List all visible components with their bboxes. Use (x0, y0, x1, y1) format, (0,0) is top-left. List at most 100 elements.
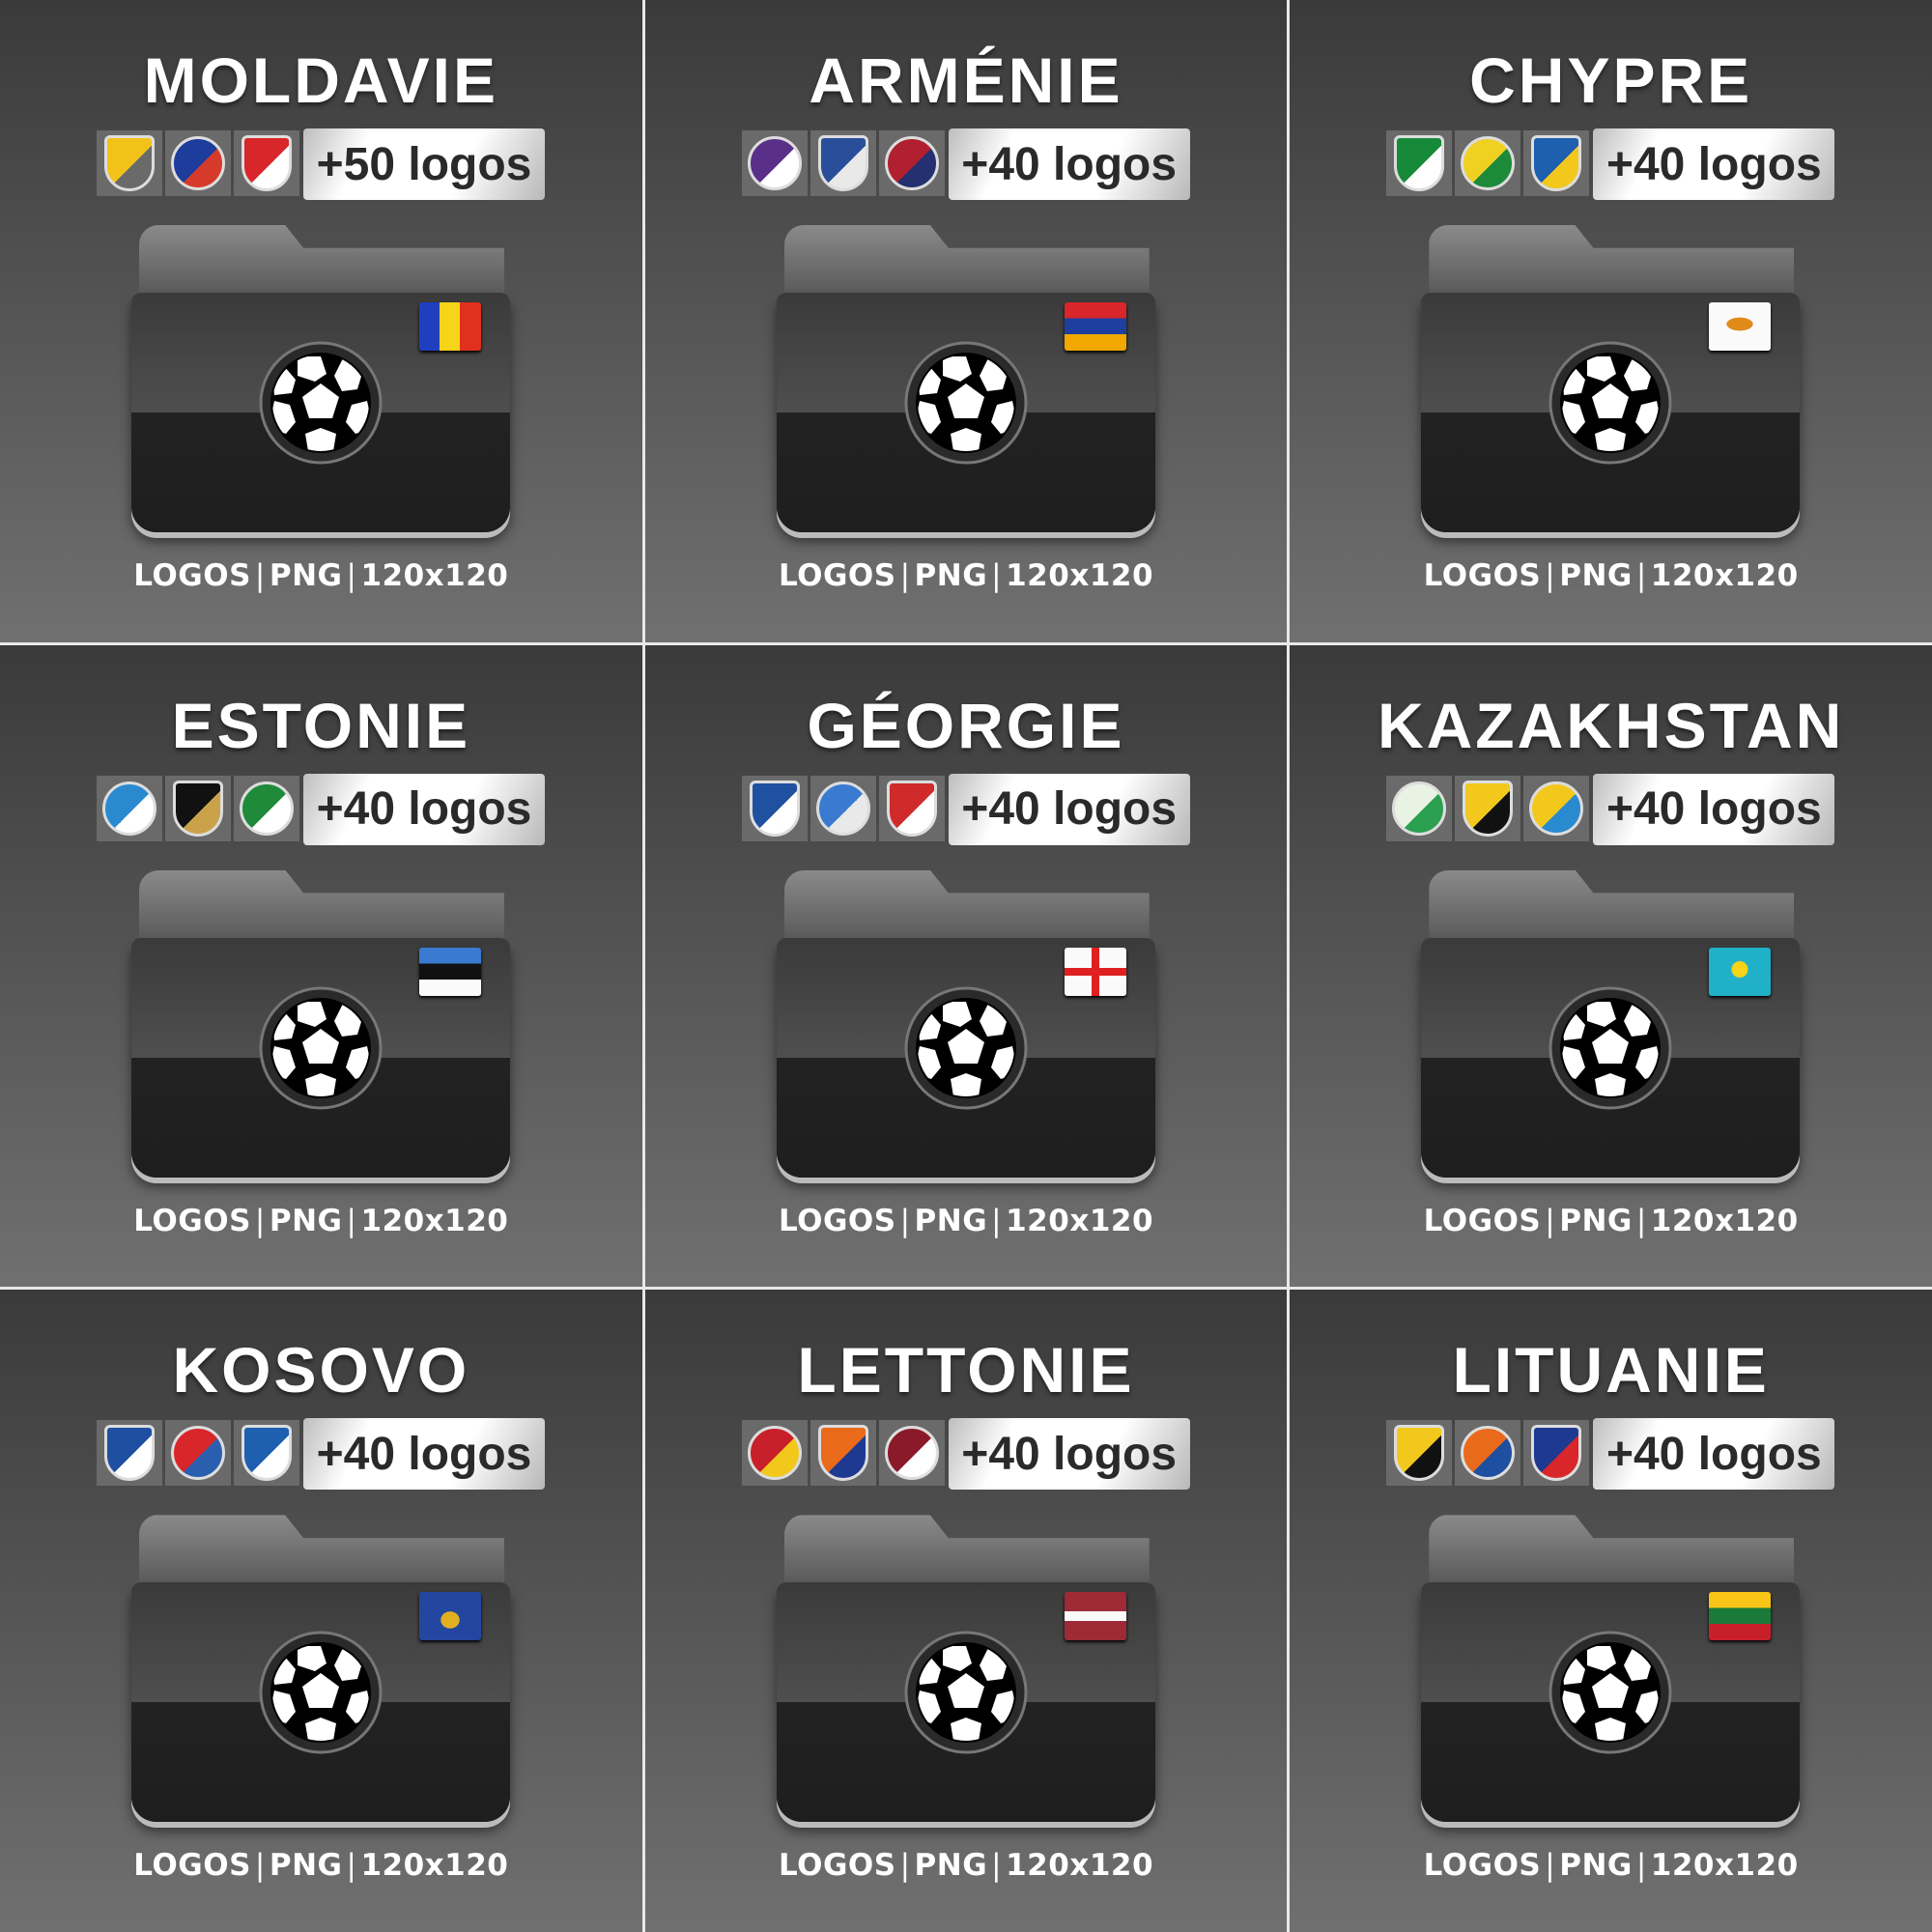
caption-type: LOGOS (133, 558, 251, 593)
soccer-ball-icon (1548, 1631, 1672, 1754)
flag-armenia-icon (1064, 302, 1126, 351)
country-title: ESTONIE (171, 689, 471, 761)
flag-lithuania-icon (1709, 1592, 1772, 1641)
caption-format: PNG (1559, 1203, 1633, 1238)
format-caption: LOGOS | PNG | 120x120 (645, 1848, 1288, 1883)
format-caption: LOGOS | PNG | 120x120 (1290, 1848, 1932, 1883)
caption-type: LOGOS (778, 558, 896, 593)
logo-count-badge: +40 logos (948, 1418, 1190, 1491)
soccer-ball-icon (1548, 986, 1672, 1110)
club-logos-preview (1386, 1420, 1590, 1487)
pack-card-cyprus[interactable]: CHYPRE +40 logos LOGOS | PNG | 120x120 (1290, 0, 1932, 642)
club-logo-thumb (1455, 775, 1521, 841)
country-title: KAZAKHSTAN (1377, 689, 1845, 761)
folder-icon[interactable] (776, 869, 1155, 1189)
club-logo-thumb (810, 775, 876, 841)
separator: | (1635, 1848, 1647, 1884)
club-crest-icon (102, 781, 156, 836)
folder-icon[interactable] (131, 1515, 510, 1833)
club-crest-icon (1531, 1425, 1582, 1482)
club-logo-thumb (1523, 1420, 1590, 1487)
club-logo-thumb (741, 130, 808, 196)
pack-card-armenia[interactable]: ARMÉNIE +40 logos LOGOS | PNG | 120x120 (644, 0, 1288, 642)
caption-format: PNG (269, 1203, 343, 1238)
flag-cyprus-icon (1709, 302, 1772, 351)
caption-size: 120x120 (360, 1848, 509, 1884)
caption-type: LOGOS (778, 1848, 896, 1884)
folder-icon[interactable] (1421, 225, 1801, 544)
folder-icon[interactable] (776, 225, 1155, 544)
flag-georgia-icon (1064, 947, 1126, 996)
pack-card-georgia[interactable]: GÉORGIE +40 logos LOGOS | PNG | 120x120 (644, 644, 1288, 1288)
caption-size: 120x120 (1650, 1203, 1799, 1238)
club-crest-icon (884, 136, 939, 190)
club-crest-icon (817, 1425, 868, 1482)
club-logo-thumb (810, 130, 876, 196)
club-crest-icon (173, 780, 223, 837)
club-logo-thumb (741, 1420, 808, 1487)
club-logo-thumb (97, 1420, 162, 1487)
club-crest-icon (886, 780, 937, 837)
club-logos-preview (97, 130, 299, 196)
club-logo-thumb (165, 775, 231, 841)
caption-format: PNG (1559, 1848, 1633, 1884)
club-logos-preview (97, 775, 299, 841)
pack-card-moldova[interactable]: MOLDAVIE +50 logos LOGOS | PNG | 120x120 (0, 0, 642, 642)
caption-format: PNG (914, 558, 988, 593)
logo-count-badge: +40 logos (1593, 1418, 1835, 1491)
club-logo-thumb (878, 775, 945, 841)
country-title: KOSOVO (172, 1334, 470, 1406)
club-logo-thumb (234, 1420, 299, 1487)
country-title: MOLDAVIE (143, 44, 499, 116)
club-logo-thumb (1386, 1420, 1453, 1487)
club-crest-icon (104, 135, 155, 191)
club-crest-icon (815, 781, 870, 836)
folder-icon[interactable] (1421, 869, 1801, 1189)
caption-size: 120x120 (1650, 558, 1799, 593)
separator: | (1545, 1203, 1556, 1238)
club-logo-thumb (1523, 775, 1590, 841)
soccer-ball-icon (259, 986, 383, 1110)
separator: | (254, 1203, 266, 1238)
soccer-ball-icon (259, 1631, 383, 1754)
folder-icon[interactable] (776, 1515, 1155, 1833)
format-caption: LOGOS | PNG | 120x120 (0, 558, 642, 593)
caption-type: LOGOS (778, 1203, 896, 1238)
caption-format: PNG (914, 1848, 988, 1884)
country-title: GÉORGIE (807, 689, 1125, 761)
separator: | (1635, 558, 1647, 593)
country-logo-pack-grid: MOLDAVIE +50 logos LOGOS | PNG | 120x120 ARM… (0, 0, 1932, 1932)
separator: | (346, 1203, 357, 1238)
pack-card-kosovo[interactable]: KOSOVO +40 logos LOGOS | PNG | 120x120 (0, 1290, 642, 1932)
format-caption: LOGOS | PNG | 120x120 (1290, 1204, 1932, 1238)
club-logo-thumb (234, 130, 299, 196)
pack-card-lithuania[interactable]: LITUANIE +40 logos LOGOS | PNG | 120x120 (1290, 1290, 1932, 1932)
club-logos-preview (1386, 775, 1590, 841)
club-logos-preview (741, 1420, 945, 1487)
logo-count-badge: +40 logos (303, 773, 545, 845)
caption-format: PNG (914, 1203, 988, 1238)
club-logo-thumb (1523, 130, 1590, 196)
caption-type: LOGOS (133, 1203, 251, 1238)
club-crest-icon (242, 1425, 292, 1482)
pack-card-kazakhstan[interactable]: KAZAKHSTAN +40 logos LOGOS | PNG | 120x120 (1290, 644, 1932, 1288)
club-logo-thumb (1386, 130, 1453, 196)
club-crest-icon (749, 780, 800, 837)
soccer-ball-icon (904, 986, 1028, 1110)
separator: | (899, 1203, 911, 1238)
separator: | (1545, 558, 1556, 593)
folder-icon[interactable] (131, 869, 510, 1189)
pack-card-estonia[interactable]: ESTONIE +40 logos LOGOS | PNG | 120x120 (0, 644, 642, 1288)
folder-icon[interactable] (1421, 1515, 1801, 1833)
flag-kosovo-icon (419, 1592, 481, 1641)
country-title: LETTONIE (797, 1334, 1135, 1406)
country-title: LITUANIE (1452, 1334, 1770, 1406)
flag-latvia-icon (1064, 1592, 1126, 1641)
club-crest-icon (1463, 780, 1514, 837)
logo-count-badge: +50 logos (303, 128, 545, 200)
separator: | (254, 558, 266, 593)
club-logo-thumb (1455, 130, 1521, 196)
pack-card-latvia[interactable]: LETTONIE +40 logos LOGOS | PNG | 120x120 (644, 1290, 1288, 1932)
caption-type: LOGOS (1423, 1203, 1542, 1238)
folder-icon[interactable] (131, 225, 510, 544)
